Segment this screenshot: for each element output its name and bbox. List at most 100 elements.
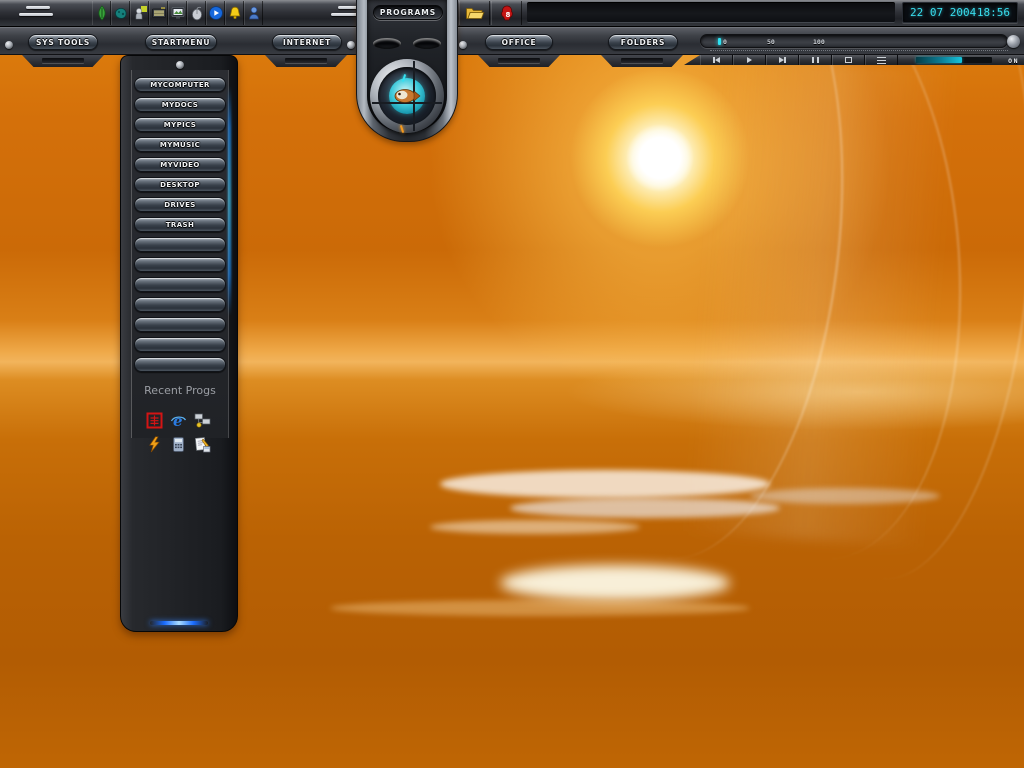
menu-lines-icon <box>26 6 50 9</box>
svg-text:e: e <box>173 412 183 429</box>
water-reflection <box>440 470 770 498</box>
flap-handle <box>42 58 84 63</box>
left-menu-button[interactable] <box>16 6 56 21</box>
tab-sys-tools[interactable]: SYS TOOLS <box>28 34 98 50</box>
dock-empty-slot[interactable] <box>134 357 226 372</box>
ruler-label-100: 100 <box>813 38 825 46</box>
media-next-button[interactable] <box>766 55 799 65</box>
dock-empty-slot[interactable] <box>134 337 226 352</box>
user-icon[interactable] <box>244 1 263 25</box>
fish-icon <box>390 84 424 112</box>
media-progress-track[interactable] <box>916 57 992 63</box>
open-folder-icon <box>465 8 484 19</box>
quick-launch-strip <box>92 1 263 25</box>
monitor-icon[interactable] <box>168 1 187 25</box>
dock-empty-slot[interactable] <box>134 297 226 312</box>
tab-office[interactable]: OFFICE <box>485 34 553 50</box>
mascot-launcher-button[interactable]: 8 <box>491 1 522 25</box>
tab-internet[interactable]: INTERNET <box>272 34 342 50</box>
screw <box>459 41 467 49</box>
documents-icon[interactable] <box>194 436 211 453</box>
dock-empty-slot[interactable] <box>134 257 226 272</box>
media-progress-fill <box>916 57 962 63</box>
dock-empty-slot[interactable] <box>134 277 226 292</box>
water-reflection <box>510 498 780 518</box>
ruler-indicator[interactable] <box>718 38 721 45</box>
water-reflection <box>750 488 940 504</box>
flap-handle <box>498 58 540 63</box>
playlist-icon <box>877 56 886 64</box>
keyboard-icon[interactable] <box>149 1 168 25</box>
network-icon[interactable] <box>194 412 211 429</box>
flap-folders[interactable] <box>601 55 683 67</box>
ruler-label-50: 50 <box>767 38 775 46</box>
dock-led-strip <box>150 621 208 625</box>
internet-explorer-icon[interactable]: e <box>170 412 187 430</box>
media-strip: ON <box>684 55 1024 65</box>
flap-office[interactable] <box>478 55 560 67</box>
character-icon[interactable] <box>130 1 149 25</box>
dock-item-desktop[interactable]: DESKTOP <box>134 177 226 192</box>
dock-item-myvideo[interactable]: MYVIDEO <box>134 157 226 172</box>
folder-launcher-button[interactable] <box>459 1 490 25</box>
dock-item-mypics[interactable]: MYPICS <box>134 117 226 132</box>
top-bar: 8 22 07 2004 18:56 <box>0 0 1024 27</box>
leaf-icon[interactable] <box>92 1 111 25</box>
dial-tick-orange <box>399 124 405 134</box>
media-stop-button[interactable] <box>832 55 865 65</box>
screw <box>176 61 184 69</box>
stop-icon <box>845 57 852 63</box>
red-mascot-8-icon: 8 <box>500 5 513 21</box>
play-badge-icon[interactable] <box>206 1 225 25</box>
desktop: 8 22 07 2004 18:56 SYS TOOLS STARTMENU I… <box>0 0 1024 768</box>
tab-folders[interactable]: FOLDERS <box>608 34 678 50</box>
flap-internet[interactable] <box>265 55 347 67</box>
dock-item-trash[interactable]: TRASH <box>134 217 226 232</box>
dock-item-mymusic[interactable]: MYMUSIC <box>134 137 226 152</box>
media-play-button[interactable] <box>733 55 766 65</box>
media-buttons <box>700 55 898 65</box>
programs-button[interactable]: PROGRAMS <box>373 5 443 20</box>
svg-text:8: 8 <box>505 11 510 19</box>
tick-ruler-line <box>710 50 1008 51</box>
bell-icon[interactable] <box>225 1 244 25</box>
screw <box>5 41 13 49</box>
play-icon <box>747 57 752 63</box>
tab-startmenu[interactable]: STARTMENU <box>145 34 217 50</box>
media-playlist-button[interactable] <box>865 55 898 65</box>
kanji-app-icon[interactable] <box>146 412 163 429</box>
winamp-icon[interactable] <box>146 436 163 453</box>
ruler-label-0: 0 <box>723 38 727 46</box>
programs-pod: PROGRAMS <box>356 0 458 142</box>
dock-item-mycomputer[interactable]: MYCOMPUTER <box>134 77 226 92</box>
taskbar-recess[interactable] <box>527 2 895 23</box>
dock-empty-slot[interactable] <box>134 317 226 332</box>
creature-claw-icon[interactable] <box>111 1 130 25</box>
water-reflection <box>330 600 750 616</box>
water-reflection <box>430 520 640 534</box>
media-previous-button[interactable] <box>700 55 733 65</box>
dock-blue-glow <box>228 86 231 316</box>
calculator-icon[interactable] <box>170 436 187 453</box>
panel-round-button[interactable] <box>1007 35 1020 48</box>
clock-display: 22 07 2004 18:56 <box>902 2 1018 23</box>
previous-icon <box>715 57 720 63</box>
pause-icon <box>812 57 819 63</box>
screw <box>347 41 355 49</box>
mouse-icon[interactable] <box>187 1 206 25</box>
dial-face <box>372 61 442 134</box>
menu-lines-icon <box>19 13 53 16</box>
media-pause-button[interactable] <box>799 55 832 65</box>
pod-oval-button-left[interactable] <box>373 38 401 49</box>
dock-item-drives[interactable]: DRIVES <box>134 197 226 212</box>
volume-ruler[interactable]: 0 50 100 <box>700 34 1008 48</box>
flap-sys-tools[interactable] <box>22 55 104 67</box>
pod-oval-button-right[interactable] <box>413 38 441 49</box>
clock-time: 18:56 <box>976 6 1010 19</box>
dock-empty-slot[interactable] <box>134 237 226 252</box>
flap-handle <box>621 58 663 63</box>
dock-item-mydocs[interactable]: MYDOCS <box>134 97 226 112</box>
pod-dial[interactable] <box>370 59 444 134</box>
clock-date: 22 07 2004 <box>910 6 977 19</box>
startmenu-dock: MYCOMPUTER MYDOCS MYPICS MYMUSIC MYVIDEO… <box>120 55 238 632</box>
